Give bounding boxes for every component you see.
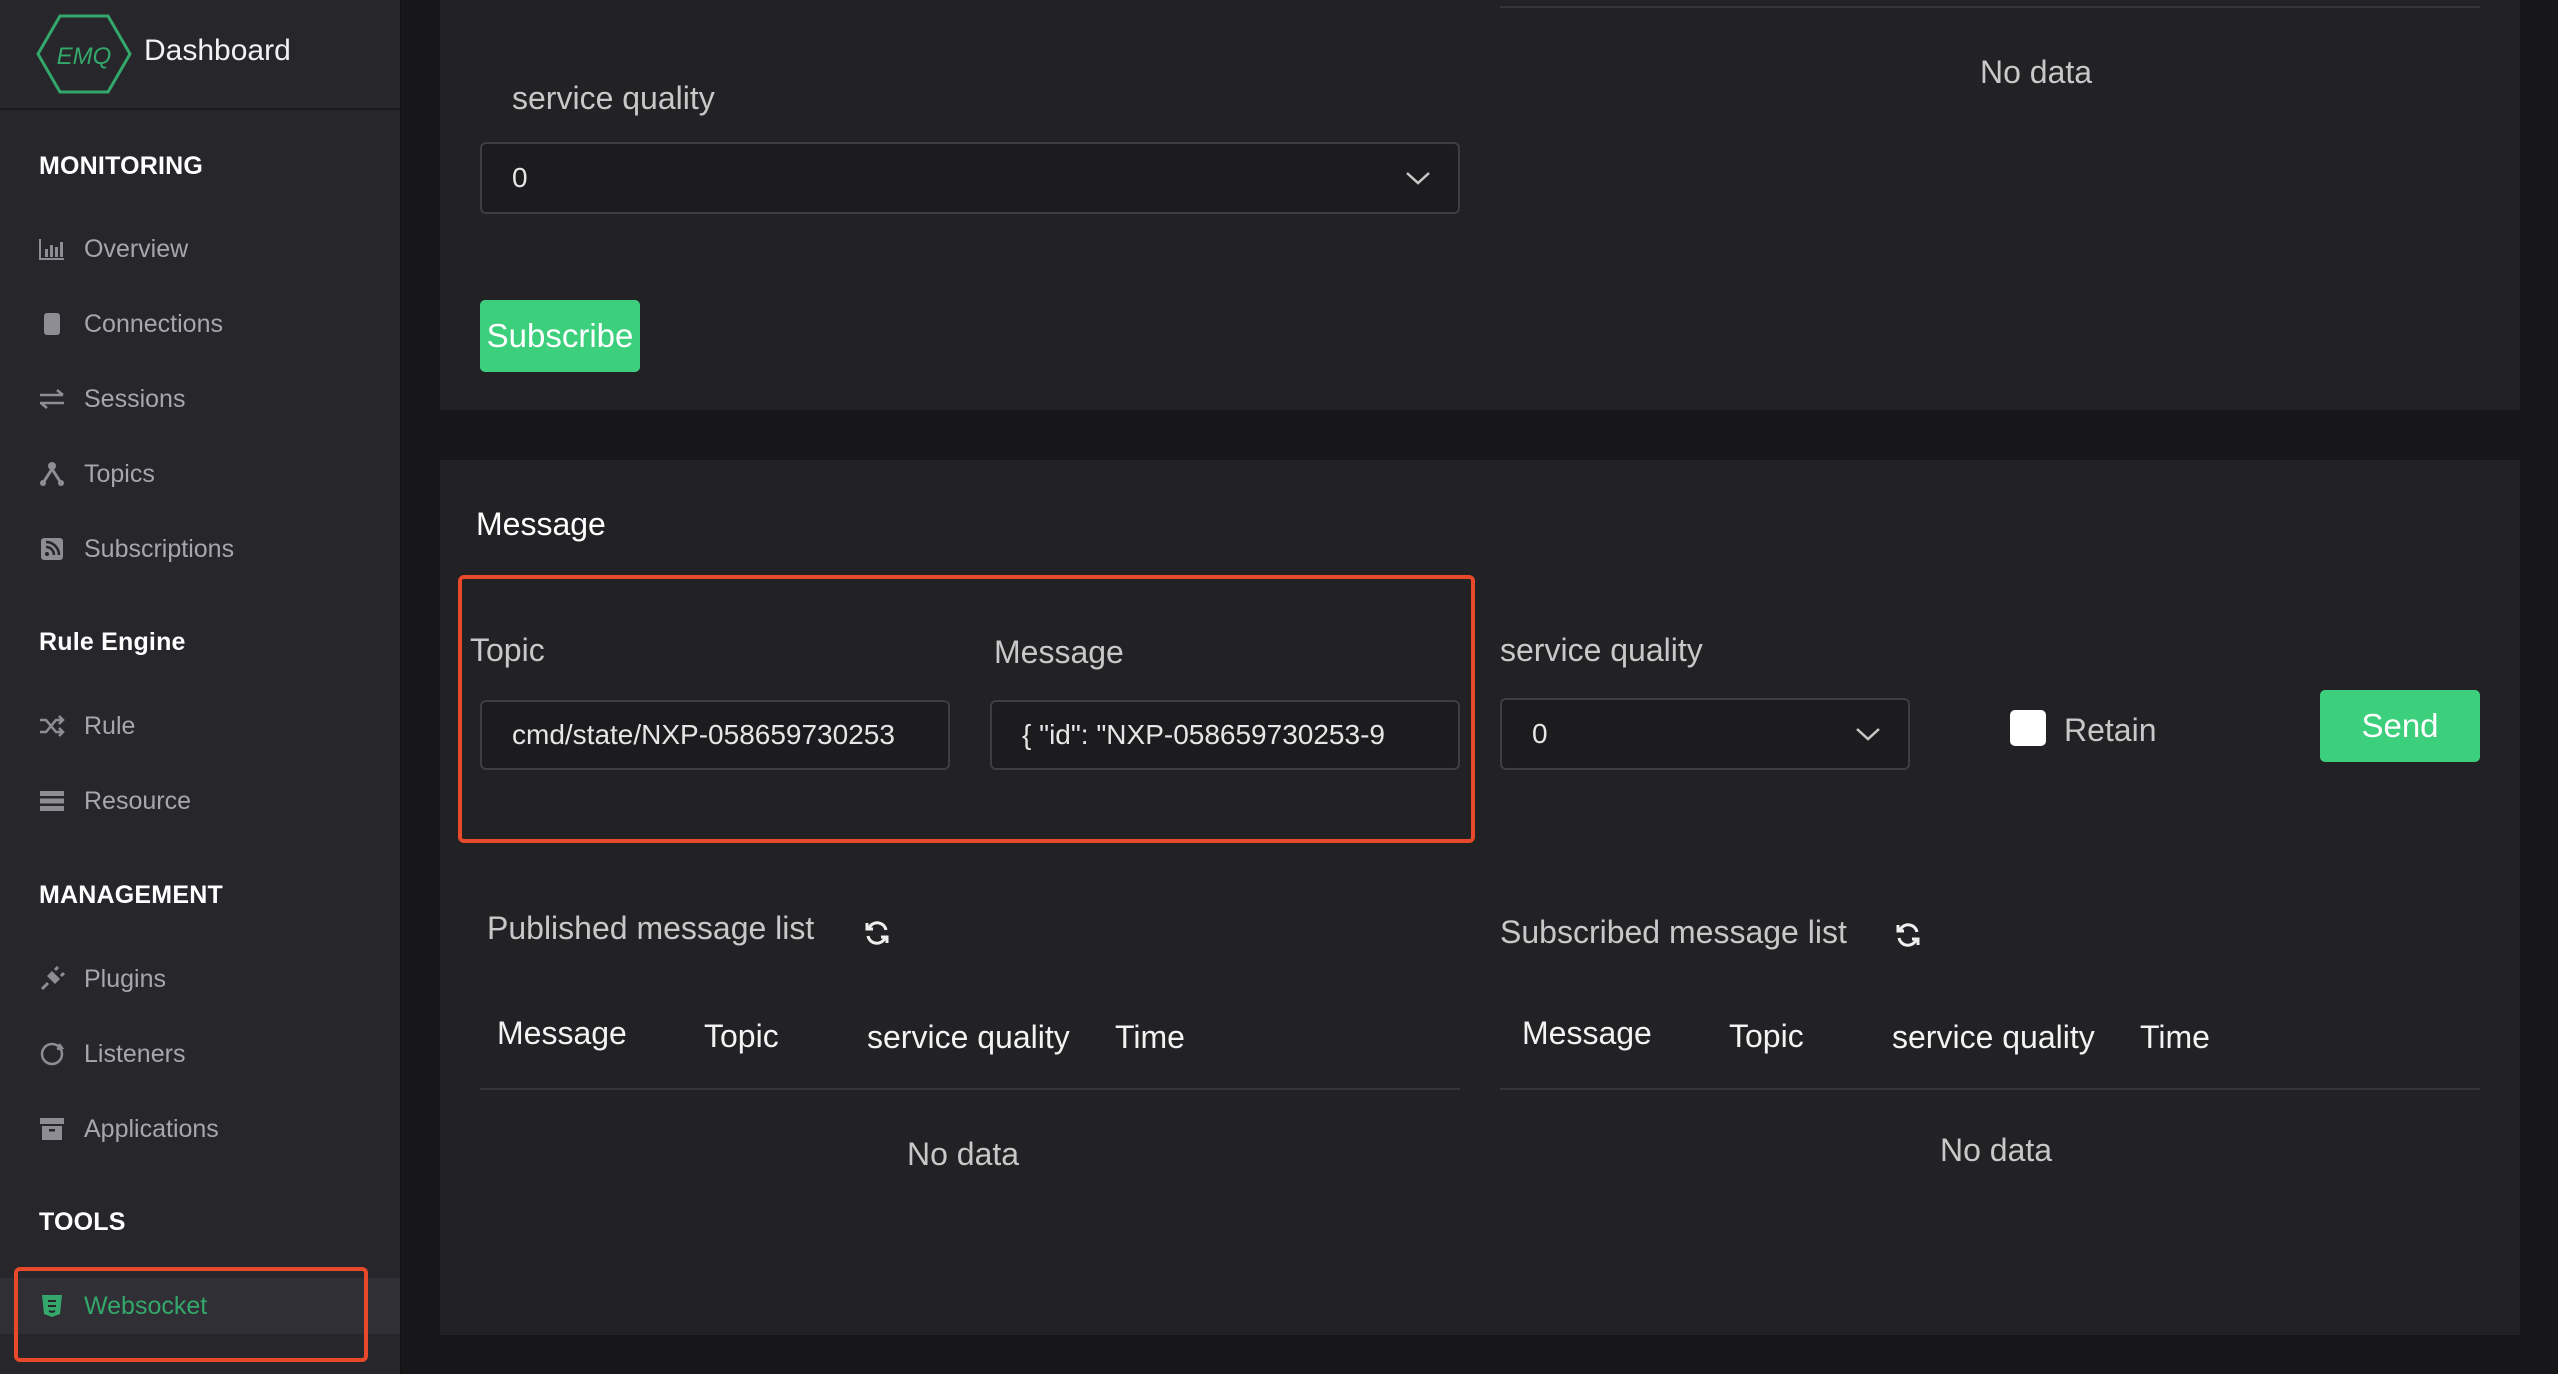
sidebar-item-label: Topics	[84, 459, 155, 488]
subscribe-qos-select[interactable]: 0	[480, 142, 1460, 214]
divider	[1500, 1088, 2480, 1090]
send-button[interactable]: Send	[2320, 690, 2480, 762]
sidebar-item-label: Overview	[84, 234, 189, 263]
sidebar-item-connections[interactable]: Connections	[0, 296, 400, 352]
sidebar-item-label: Subscriptions	[84, 534, 235, 563]
box-icon	[38, 1115, 66, 1143]
publish-qos-label: service quality	[1500, 632, 1703, 668]
subscribed-list-title: Subscribed message list	[1500, 914, 1847, 950]
sidebar-item-rule[interactable]: Rule	[0, 698, 400, 754]
bar-chart-icon	[38, 235, 66, 263]
brand: EMQ Dashboard	[0, 0, 400, 110]
sidebar-item-topics[interactable]: Topics	[0, 446, 400, 502]
subscribed-col-topic: Topic	[1729, 1018, 1804, 1054]
section-monitoring: MONITORING	[39, 152, 204, 180]
plug-icon	[38, 965, 66, 993]
sidebar-item-subscriptions[interactable]: Subscriptions	[0, 521, 400, 577]
published-list-title: Published message list	[487, 910, 815, 946]
published-col-message: Message	[497, 1015, 627, 1051]
sidebar: EMQ Dashboard MONITORING Overview Connec…	[0, 0, 401, 1374]
sidebar-item-label: Connections	[84, 309, 223, 338]
sidebar-item-plugins[interactable]: Plugins	[0, 951, 400, 1007]
divider	[480, 1088, 1460, 1090]
sidebar-item-applications[interactable]: Applications	[0, 1101, 400, 1157]
sidebar-item-overview[interactable]: Overview	[0, 221, 400, 277]
sidebar-item-listeners[interactable]: Listeners	[0, 1026, 400, 1082]
select-value: 0	[1532, 718, 1548, 749]
swap-icon	[38, 385, 66, 413]
server-icon	[38, 787, 66, 815]
circle-arrow-icon	[38, 1040, 66, 1068]
refresh-icon[interactable]	[864, 920, 890, 946]
select-value: 0	[512, 162, 528, 193]
published-col-qos: service quality	[867, 1019, 1070, 1055]
subscribed-col-qos: service quality	[1892, 1019, 2095, 1055]
emq-logo-icon: EMQ	[36, 14, 132, 94]
websocket-highlight-box	[14, 1267, 368, 1362]
sidebar-item-label: Resource	[84, 786, 191, 815]
subscribed-col-time: Time	[2140, 1019, 2210, 1055]
topic-branch-icon	[38, 460, 66, 488]
phone-icon	[38, 310, 66, 338]
subscribe-qos-label: service quality	[512, 80, 715, 116]
published-col-topic: Topic	[704, 1018, 779, 1054]
subscribed-no-data: No data	[1940, 1132, 2053, 1168]
section-tools: TOOLS	[39, 1208, 126, 1236]
retain-label: Retain	[2064, 712, 2157, 748]
retain-checkbox[interactable]	[2010, 710, 2046, 746]
refresh-icon[interactable]	[1895, 922, 1921, 948]
rss-icon	[38, 535, 66, 563]
subscribe-button[interactable]: Subscribe	[480, 300, 640, 372]
sidebar-item-label: Rule	[84, 711, 136, 740]
sidebar-item-resource[interactable]: Resource	[0, 773, 400, 829]
logo-text: EMQ	[57, 43, 112, 70]
sidebar-item-label: Sessions	[84, 384, 186, 413]
app-title: Dashboard	[144, 34, 291, 67]
subscribe-panel: service quality 0 Subscribe No data	[440, 0, 2520, 410]
subscribed-col-message: Message	[1522, 1015, 1652, 1051]
shuffle-icon	[38, 712, 66, 740]
message-section-title: Message	[476, 506, 606, 542]
sidebar-item-sessions[interactable]: Sessions	[0, 371, 400, 427]
sidebar-item-label: Applications	[84, 1114, 219, 1143]
message-panel: Message Topic cmd/state/NXP-058659730253…	[440, 460, 2520, 1335]
topic-message-highlight-box	[458, 575, 1475, 843]
publish-qos-select[interactable]: 0	[1500, 698, 1910, 770]
section-management: MANAGEMENT	[39, 881, 223, 909]
divider	[1500, 6, 2480, 8]
sidebar-item-label: Listeners	[84, 1039, 186, 1068]
published-no-data: No data	[907, 1136, 1020, 1172]
sidebar-item-label: Plugins	[84, 964, 166, 993]
chevron-down-icon	[1856, 728, 1880, 741]
chevron-down-icon	[1406, 172, 1430, 185]
section-rule-engine: Rule Engine	[39, 628, 186, 656]
published-col-time: Time	[1115, 1019, 1185, 1055]
subscriptions-no-data: No data	[1980, 54, 2093, 90]
